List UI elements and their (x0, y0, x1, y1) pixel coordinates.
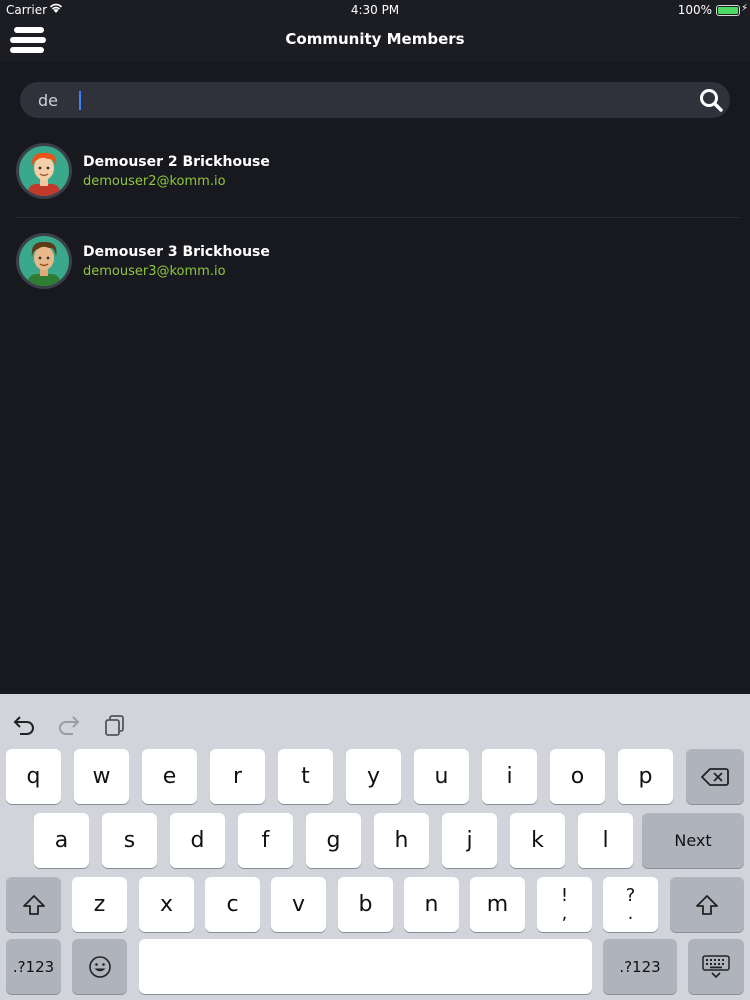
key-i[interactable]: i (482, 749, 537, 804)
key-label-bottom: , (561, 902, 568, 924)
keyboard-toolbar (0, 694, 750, 748)
status-bar: Carrier 4:30 PM 100% ⚡ (0, 0, 750, 20)
shift-right-key[interactable] (670, 877, 744, 932)
page-title: Community Members (285, 30, 465, 48)
key-a[interactable]: a (34, 813, 89, 868)
key-s[interactable]: s (102, 813, 157, 868)
battery-percent: 100% (677, 3, 712, 17)
key-j[interactable]: j (442, 813, 497, 868)
clock: 4:30 PM (350, 3, 400, 17)
key-exclaim-comma[interactable]: !, (537, 877, 592, 932)
emoji-key[interactable] (72, 939, 127, 994)
member-list: Demouser 2 Brickhouse demouser2@komm.io … (0, 128, 750, 308)
key-h[interactable]: h (374, 813, 429, 868)
dismiss-keyboard-key[interactable] (688, 939, 744, 994)
numbers-key-left[interactable]: .?123 (6, 939, 61, 994)
key-w[interactable]: w (74, 749, 129, 804)
avatar (16, 233, 72, 289)
key-u[interactable]: u (414, 749, 469, 804)
charging-icon: ⚡ (740, 3, 748, 14)
shift-icon (22, 894, 45, 915)
key-d[interactable]: d (170, 813, 225, 868)
search-bar (20, 82, 730, 118)
undo-icon[interactable] (12, 714, 36, 736)
search-input[interactable] (38, 82, 678, 118)
member-name: Demouser 3 Brickhouse (83, 244, 270, 260)
avatar (16, 143, 72, 199)
key-b[interactable]: b (338, 877, 393, 932)
key-l[interactable]: l (578, 813, 633, 868)
key-question-period[interactable]: ?. (603, 877, 658, 932)
text-caret (79, 91, 81, 110)
key-q[interactable]: q (6, 749, 61, 804)
shift-icon (696, 894, 718, 915)
key-e[interactable]: e (142, 749, 197, 804)
member-email: demouser3@komm.io (83, 264, 226, 279)
key-f[interactable]: f (238, 813, 293, 868)
member-name: Demouser 2 Brickhouse (83, 154, 270, 170)
key-x[interactable]: x (139, 877, 194, 932)
paste-icon[interactable] (103, 714, 127, 736)
shift-left-key[interactable] (6, 877, 61, 932)
key-label-top: ? (625, 884, 636, 906)
key-k[interactable]: k (510, 813, 565, 868)
keyboard-dismiss-icon (702, 954, 730, 978)
list-item[interactable]: Demouser 3 Brickhouse demouser3@komm.io (0, 218, 750, 308)
key-y[interactable]: y (346, 749, 401, 804)
emoji-icon (88, 955, 111, 978)
battery-icon (716, 5, 740, 16)
key-label-top: ! (560, 884, 569, 906)
key-v[interactable]: v (271, 877, 326, 932)
key-t[interactable]: t (278, 749, 333, 804)
key-p[interactable]: p (618, 749, 673, 804)
space-key[interactable] (139, 939, 592, 994)
key-label-bottom: . (627, 902, 634, 924)
redo-icon[interactable] (57, 714, 81, 736)
key-n[interactable]: n (404, 877, 459, 932)
next-key[interactable]: Next (642, 813, 744, 868)
key-g[interactable]: g (306, 813, 361, 868)
key-c[interactable]: c (205, 877, 260, 932)
key-z[interactable]: z (72, 877, 127, 932)
backspace-icon (701, 767, 729, 786)
key-r[interactable]: r (210, 749, 265, 804)
numbers-key-right[interactable]: .?123 (603, 939, 677, 994)
list-item[interactable]: Demouser 2 Brickhouse demouser2@komm.io (0, 128, 750, 218)
nav-bar: Community Members (0, 20, 750, 62)
member-email: demouser2@komm.io (83, 174, 226, 189)
backspace-key[interactable] (686, 749, 744, 804)
key-o[interactable]: o (550, 749, 605, 804)
key-m[interactable]: m (470, 877, 525, 932)
search-icon[interactable] (698, 87, 724, 113)
keyboard: q w e r t y u i o p a s d f g h j k l Ne… (0, 694, 750, 1000)
